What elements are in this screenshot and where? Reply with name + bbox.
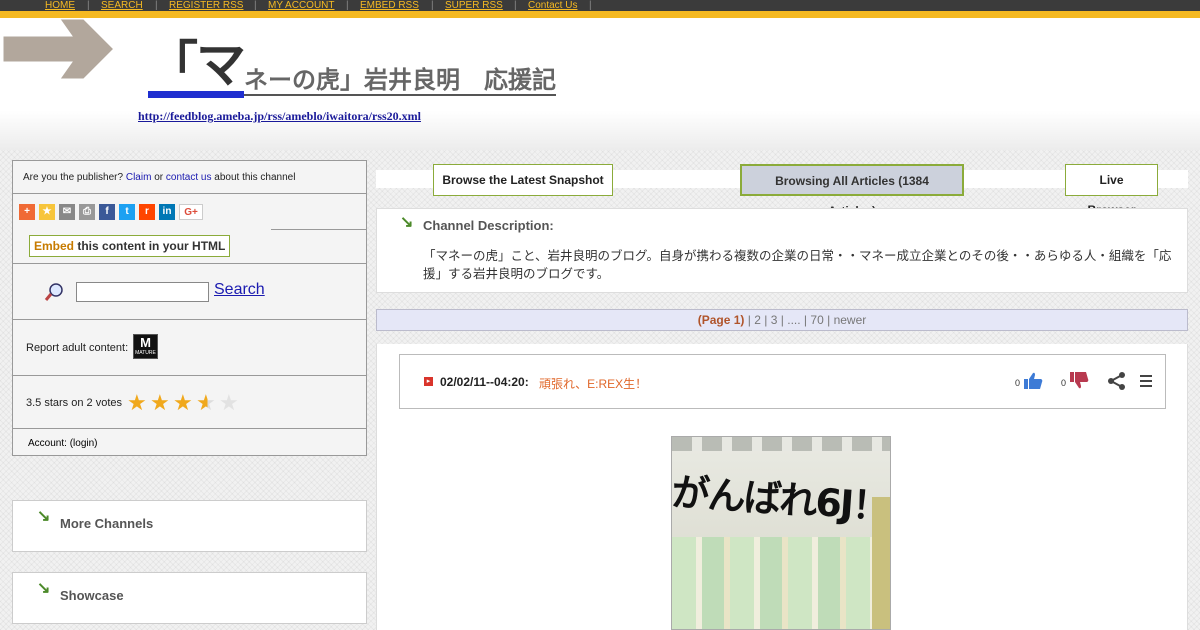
bullet-arrow-icon: ▸	[424, 377, 433, 386]
accent-bar	[0, 11, 1200, 18]
facebook-icon[interactable]: f	[99, 204, 115, 220]
feed-url-link[interactable]: http://feedblog.ameba.jp/rss/ameblo/iwai…	[138, 109, 421, 124]
account-prefix: Account: (	[28, 438, 74, 449]
publisher-row: Are you the publisher? Claim or contact …	[13, 161, 366, 194]
publisher-suffix: about this channel	[214, 172, 296, 183]
magnifier-icon	[44, 283, 63, 301]
pager-sep: |	[747, 313, 751, 327]
rating-row: 3.5 stars on 2 votes ★ ★ ★ ★ ★	[13, 376, 366, 429]
rating-star-icon[interactable]: ★	[196, 392, 219, 414]
embed-word[interactable]: Embed	[34, 239, 74, 253]
mature-badge-letter: M	[140, 335, 151, 350]
pagination: (Page 1) | 2 | 3 | .... | 70 | newer	[376, 309, 1188, 331]
rating-stars[interactable]: ★ ★ ★ ★ ★	[127, 392, 242, 414]
reddit-icon[interactable]: r	[139, 204, 155, 220]
search-input[interactable]	[76, 282, 209, 302]
more-channels-heading[interactable]: More Channels	[60, 516, 153, 531]
email-icon[interactable]: ✉	[59, 204, 75, 220]
rating-star-icon[interactable]: ★	[219, 392, 242, 414]
article-header: ▸ 02/02/11--04:20: 頑張れ、E:REX生！ 0 0	[399, 354, 1166, 409]
page-70-link[interactable]: 70	[810, 313, 823, 327]
photo-edge	[872, 497, 890, 629]
more-channels-box: ↘ More Channels	[12, 500, 367, 552]
embed-button[interactable]: Embed this content in your HTML	[29, 235, 231, 257]
showcase-heading[interactable]: Showcase	[60, 588, 124, 603]
twitter-icon[interactable]: t	[119, 204, 135, 220]
photo-banner-text: がんばれ6J！	[671, 469, 890, 529]
green-arrow-icon: ↘	[400, 214, 414, 231]
favorite-star-icon[interactable]: ★	[39, 204, 55, 220]
publisher-prefix: Are you the publisher?	[23, 172, 124, 183]
google-plus-icon[interactable]: G+	[179, 204, 203, 220]
contact-link[interactable]: contact us	[166, 172, 212, 183]
photo-ceiling	[672, 437, 890, 451]
top-nav: HOME | SEARCH | REGISTER RSS | MY ACCOUN…	[0, 0, 1200, 11]
claim-link[interactable]: Claim	[126, 172, 152, 183]
channel-title[interactable]: 「マネーの虎」岩井良明 応援記	[148, 40, 556, 98]
search-row: Search	[13, 264, 366, 320]
page-2-link[interactable]: 2	[754, 313, 761, 327]
newer-link[interactable]: newer	[834, 313, 867, 327]
tab-latest-snapshot[interactable]: Browse the Latest Snapshot	[433, 164, 613, 196]
mature-badge[interactable]: M MATURE	[133, 334, 158, 359]
channel-title-big[interactable]: 「マ	[148, 40, 246, 98]
description-text: 「マネーの虎」こと、岩井良明のブログ。自身が携わる複数の企業の日常・・マネー成立…	[423, 249, 1172, 281]
embed-rest[interactable]: this content in your HTML	[77, 239, 225, 253]
channel-description: ↘ Channel Description: 「マネーの虎」こと、岩井良明のブロ…	[376, 208, 1188, 293]
or-text: or	[154, 172, 164, 183]
linkedin-icon[interactable]: in	[159, 204, 175, 220]
header: 「マネーの虎」岩井良明 応援記 http://feedblog.ameba.jp…	[0, 18, 1200, 150]
pager-sep: |	[764, 313, 768, 327]
article-date: 02/02/11--04:20:	[440, 375, 529, 389]
rating-star-icon[interactable]: ★	[173, 392, 196, 414]
photo-wall	[672, 537, 890, 629]
thumbs-up-icon[interactable]	[1023, 371, 1043, 391]
pager-sep: |	[827, 313, 831, 327]
pager-sep: |	[803, 313, 808, 327]
channel-title-rest[interactable]: ネーの虎」岩井良明 応援記	[244, 66, 556, 94]
description-heading: Channel Description:	[423, 218, 554, 233]
share-row: + ★ ✉ ⎙ f t r in G+ Embed this content in your H…	[13, 194, 367, 264]
dislike-count: 0	[1061, 378, 1067, 388]
green-arrow-icon: ↘	[37, 580, 51, 597]
arrow-logo-icon	[0, 18, 118, 82]
article-title-link[interactable]: 頑張れ、E:REX生！	[539, 375, 647, 392]
like-count: 0	[1015, 378, 1021, 388]
green-arrow-icon: ↘	[37, 508, 51, 525]
channel-info-panel: Are you the publisher? Claim or contact …	[12, 160, 367, 456]
pager-ellipsis: ....	[787, 313, 801, 327]
divider	[271, 229, 367, 230]
report-row: Report adult content: M MATURE	[13, 320, 366, 376]
account-suffix: )	[94, 438, 98, 449]
article-photo[interactable]: がんばれ6J！	[671, 436, 891, 630]
page-3-link[interactable]: 3	[771, 313, 778, 327]
rating-star-icon[interactable]: ★	[127, 392, 150, 414]
print-icon[interactable]: ⎙	[79, 204, 95, 220]
mature-badge-sub: MATURE	[135, 350, 156, 356]
rating-star-icon[interactable]: ★	[150, 392, 173, 414]
pager-sep: |	[780, 313, 784, 327]
menu-icon[interactable]	[1140, 374, 1154, 388]
current-page: (Page 1)	[697, 313, 745, 327]
login-link[interactable]: login	[73, 438, 94, 449]
report-label: Report adult content:	[26, 342, 129, 354]
tab-live-browser[interactable]: Live Browser	[1065, 164, 1158, 217]
search-button[interactable]: Search	[214, 281, 265, 299]
account-row: Account: (login)	[28, 438, 98, 449]
tab-all-articles[interactable]: Browsing All Articles (1384 Articles)	[740, 164, 964, 218]
rating-text: 3.5 stars on 2 votes	[26, 397, 122, 409]
share-icon[interactable]	[1107, 371, 1127, 391]
thumbs-down-icon[interactable]	[1069, 370, 1089, 390]
showcase-box: ↘ Showcase	[12, 572, 367, 624]
add-icon[interactable]: +	[19, 204, 35, 220]
